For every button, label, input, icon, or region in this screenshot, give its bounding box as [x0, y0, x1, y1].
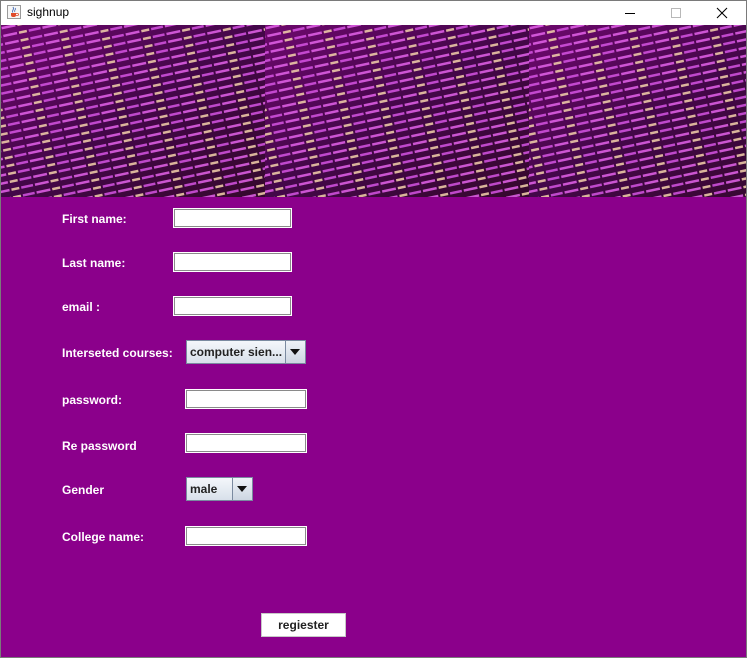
code-screen-image — [265, 25, 529, 197]
code-screen-image — [1, 25, 265, 197]
code-screen-image — [529, 25, 746, 197]
window-title: sighnup — [27, 5, 70, 19]
close-icon — [716, 7, 728, 19]
chevron-down-icon — [290, 349, 300, 355]
register-button[interactable]: regiester — [261, 613, 346, 637]
title-bar[interactable]: sighnup — [1, 1, 746, 25]
minimize-icon — [625, 13, 635, 14]
minimize-button[interactable] — [607, 1, 653, 25]
maximize-icon — [671, 8, 681, 18]
last-name-field[interactable] — [173, 252, 292, 272]
banner-image — [1, 25, 746, 197]
courses-dropdown[interactable]: computer sien... — [186, 340, 306, 364]
signup-window: sighnup First name: Last name: email: I… — [0, 0, 747, 658]
gender-dropdown-arrow[interactable] — [232, 478, 252, 500]
password-field[interactable] — [185, 389, 307, 409]
email-label: email : — [62, 300, 101, 314]
repassword-label: Re password — [62, 439, 137, 453]
gender-label: Gender — [62, 483, 105, 497]
courses-selected-value: computer sien... — [190, 345, 283, 359]
repassword-field[interactable] — [185, 433, 307, 453]
maximize-button[interactable] — [653, 1, 699, 25]
first-name-label: First name: — [62, 212, 127, 226]
email-field[interactable] — [173, 296, 292, 316]
last-name-label: Last name: — [62, 256, 126, 270]
courses-label: Interseted courses: — [62, 346, 173, 360]
college-field[interactable] — [185, 526, 307, 546]
chevron-down-icon — [237, 486, 247, 492]
close-button[interactable] — [699, 1, 745, 25]
first-name-field[interactable] — [173, 208, 292, 228]
gender-selected-value: male — [190, 482, 218, 496]
java-cup-icon — [7, 5, 21, 19]
courses-dropdown-arrow[interactable] — [285, 341, 305, 363]
college-label: College name: — [62, 530, 145, 544]
gender-dropdown[interactable]: male — [186, 477, 253, 501]
password-label: password: — [62, 393, 123, 407]
